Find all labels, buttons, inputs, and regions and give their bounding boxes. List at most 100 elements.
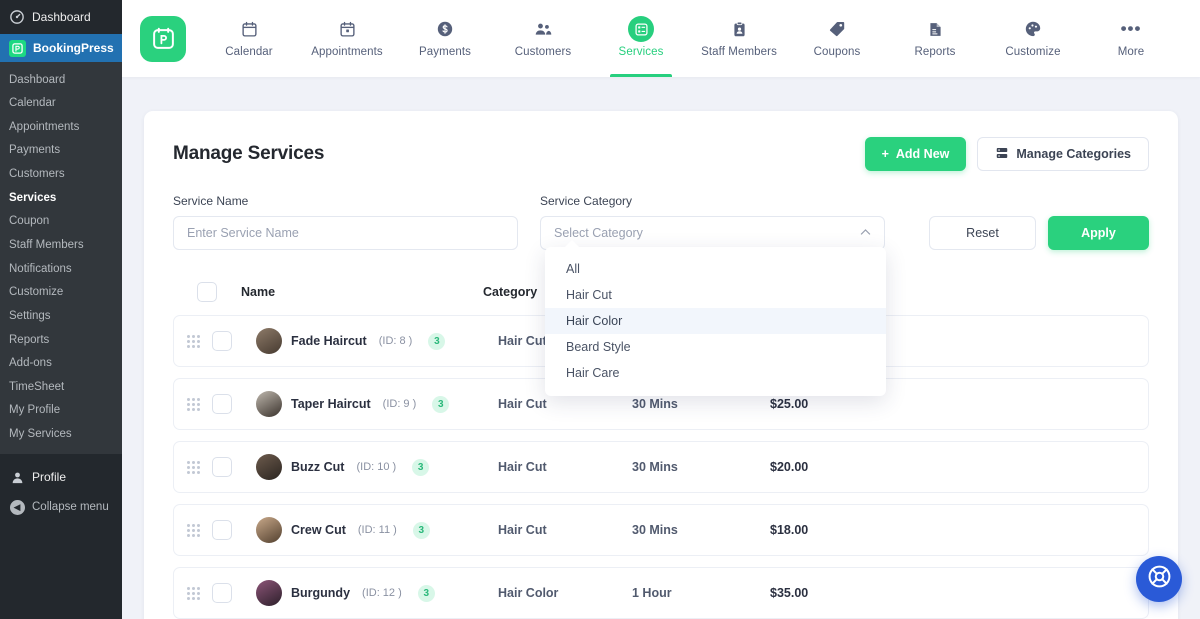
sidebar-item-staff-members[interactable]: Staff Members	[0, 233, 122, 257]
reset-button[interactable]: Reset	[929, 216, 1036, 250]
avatar	[256, 517, 282, 543]
apply-button[interactable]: Apply	[1048, 216, 1149, 250]
wp-collapse-item[interactable]: ◀ Collapse menu	[0, 492, 122, 522]
row-duration: 1 Hour	[632, 586, 672, 600]
row-category: Hair Cut	[498, 397, 547, 411]
tab-staff-members[interactable]: Staff Members	[690, 0, 788, 77]
sidebar-item-my-profile[interactable]: My Profile	[0, 399, 122, 423]
dropdown-option-all[interactable]: All	[545, 256, 886, 282]
status-badge: 3	[428, 332, 446, 350]
wp-bookingpress-item[interactable]: BookingPress	[0, 34, 122, 62]
row-select-cell	[212, 331, 256, 351]
service-id: (ID: 9 )	[382, 398, 417, 410]
search-input[interactable]: Enter Service Name	[173, 216, 518, 250]
bookingpress-logo-icon[interactable]	[140, 15, 186, 62]
wp-submenu: Dashboard Calendar Appointments Payments…	[0, 62, 122, 455]
sidebar-item-appointments[interactable]: Appointments	[0, 115, 122, 139]
tab-customers[interactable]: Customers	[494, 0, 592, 77]
tab-reports[interactable]: Reports	[886, 0, 984, 77]
row-duration: 30 Mins	[632, 460, 678, 474]
row-checkbox[interactable]	[212, 457, 232, 477]
customers-group-icon	[534, 19, 553, 39]
sidebar-item-calendar[interactable]: Calendar	[0, 92, 122, 116]
row-checkbox[interactable]	[212, 394, 232, 414]
sidebar-item-coupon[interactable]: Coupon	[0, 210, 122, 234]
sidebar-item-payments[interactable]: Payments	[0, 139, 122, 163]
select-all-checkbox[interactable]	[197, 282, 217, 302]
category-select[interactable]: Select Category	[540, 216, 885, 250]
drag-handle-icon[interactable]	[174, 523, 212, 537]
row-price: $25.00	[770, 397, 809, 411]
sidebar-item-customize[interactable]: Customize	[0, 281, 122, 305]
tab-calendar[interactable]: Calendar	[200, 0, 298, 77]
drag-handle-icon[interactable]	[174, 397, 212, 411]
tab-coupons[interactable]: Coupons	[788, 0, 886, 77]
row-name-cell: Burgundy (ID: 12 ) 3	[256, 580, 498, 606]
dropdown-option-hair-cut[interactable]: Hair Cut	[545, 282, 886, 308]
avatar	[256, 328, 282, 354]
row-checkbox[interactable]	[212, 520, 232, 540]
service-name-label: Service Name	[173, 194, 249, 208]
plugin-topnav: Calendar Appointments Payments Customers	[122, 0, 1200, 77]
dropdown-option-beard-style[interactable]: Beard Style	[545, 334, 886, 360]
add-new-button[interactable]: + Add New	[864, 137, 967, 171]
category-dropdown-menu[interactable]: All Hair Cut Hair Color Beard Style Hair…	[545, 240, 886, 396]
avatar	[256, 391, 282, 417]
sidebar-item-services[interactable]: Services	[0, 186, 122, 210]
main-area: Calendar Appointments Payments Customers	[122, 0, 1200, 619]
tab-more-label: More	[1117, 46, 1145, 58]
tab-services-label: Services	[618, 46, 664, 58]
table-row[interactable]: Burgundy (ID: 12 ) 3 Hair Color 1 Hour $…	[173, 567, 1149, 619]
row-name-cell: Buzz Cut (ID: 10 ) 3	[256, 454, 498, 480]
tab-customize[interactable]: Customize	[984, 0, 1082, 77]
sidebar-item-settings[interactable]: Settings	[0, 304, 122, 328]
sidebar-item-my-services[interactable]: My Services	[0, 423, 122, 447]
add-new-label: Add New	[895, 147, 950, 161]
table-row[interactable]: Crew Cut (ID: 11 ) 3 Hair Cut 30 Mins $1…	[173, 504, 1149, 556]
palette-icon	[1024, 19, 1042, 39]
wp-dashboard-item[interactable]: Dashboard	[0, 0, 122, 34]
sidebar-item-add-ons[interactable]: Add-ons	[0, 352, 122, 376]
row-checkbox[interactable]	[212, 331, 232, 351]
tab-services[interactable]: Services	[592, 0, 690, 77]
sidebar-item-customers[interactable]: Customers	[0, 163, 122, 187]
tab-payments[interactable]: Payments	[396, 0, 494, 77]
row-name-cell: Crew Cut (ID: 11 ) 3	[256, 517, 498, 543]
table-row[interactable]: Buzz Cut (ID: 10 ) 3 Hair Cut 30 Mins $2…	[173, 441, 1149, 493]
service-name: Fade Haircut	[291, 334, 367, 348]
row-checkbox[interactable]	[212, 583, 232, 603]
categories-list-icon	[995, 146, 1009, 163]
tab-appointments[interactable]: Appointments	[298, 0, 396, 77]
tab-customers-label: Customers	[514, 46, 572, 58]
user-profile-icon	[9, 469, 25, 485]
dropdown-option-hair-care[interactable]: Hair Care	[545, 360, 886, 386]
support-help-button[interactable]	[1136, 556, 1182, 602]
tab-reports-label: Reports	[914, 46, 956, 58]
app-root: Dashboard BookingPress Dashboard Calenda…	[0, 0, 1200, 619]
tab-customize-label: Customize	[1005, 46, 1061, 58]
select-all-cell	[197, 282, 241, 302]
card-header: Manage Services + Add New Manage Categor…	[173, 137, 1149, 171]
drag-handle-icon[interactable]	[174, 334, 212, 348]
dropdown-option-hair-color[interactable]: Hair Color	[545, 308, 886, 334]
service-id: (ID: 11 )	[357, 524, 397, 536]
row-price: $20.00	[770, 460, 809, 474]
wp-collapse-label: Collapse menu	[32, 501, 109, 514]
sidebar-item-notifications[interactable]: Notifications	[0, 257, 122, 281]
drag-handle-icon[interactable]	[174, 460, 212, 474]
row-duration: 30 Mins	[632, 397, 678, 411]
status-badge: 3	[432, 395, 450, 413]
sidebar-item-dashboard[interactable]: Dashboard	[0, 68, 122, 92]
wp-admin-sidebar: Dashboard BookingPress Dashboard Calenda…	[0, 0, 122, 619]
filter-bar: Service Name Enter Service Name Service …	[173, 194, 1149, 250]
wp-profile-item[interactable]: Profile	[0, 462, 122, 492]
sidebar-item-reports[interactable]: Reports	[0, 328, 122, 352]
manage-categories-button[interactable]: Manage Categories	[977, 137, 1149, 171]
search-input-placeholder: Enter Service Name	[187, 226, 299, 240]
tab-more[interactable]: ••• More	[1082, 0, 1180, 77]
status-badge: 3	[412, 458, 430, 476]
drag-handle-icon[interactable]	[174, 586, 212, 600]
row-name-cell: Fade Haircut (ID: 8 ) 3	[256, 328, 498, 354]
dollar-circle-icon	[436, 19, 454, 39]
sidebar-item-timesheet[interactable]: TimeSheet	[0, 375, 122, 399]
